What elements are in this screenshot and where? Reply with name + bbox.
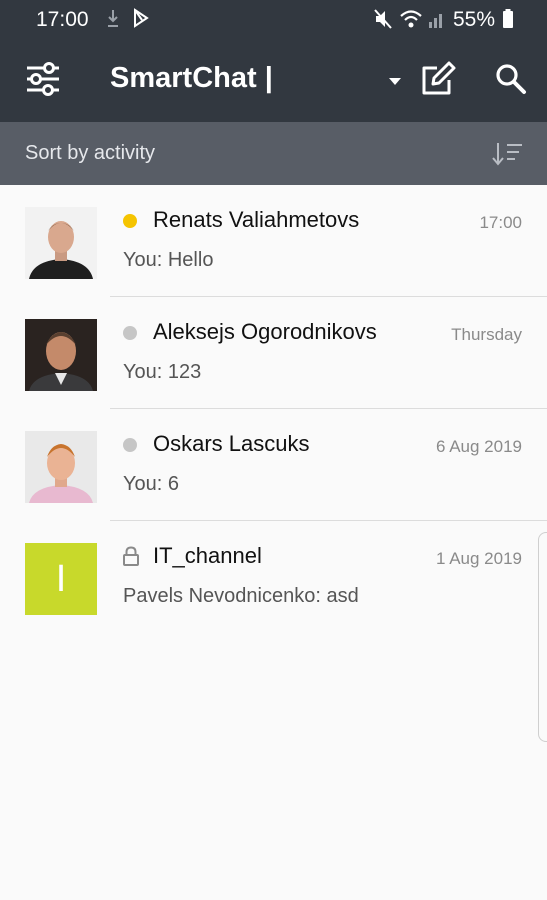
download-icon (106, 8, 120, 35)
search-icon[interactable] (494, 62, 528, 101)
chat-preview: Pavels Nevodnicenko: asd (123, 585, 359, 607)
battery-percent: 55% (453, 8, 496, 31)
chat-date: Thursday (451, 325, 522, 344)
sort-label[interactable]: Sort by activity (25, 142, 155, 165)
app-bar: SmartChat | (0, 40, 547, 122)
chat-preview: You: 6 (123, 473, 179, 495)
sort-icon[interactable] (492, 141, 524, 172)
online-status-dot (123, 214, 137, 228)
play-store-icon (132, 8, 150, 33)
channel-avatar-letter: I (55, 557, 67, 600)
channel-avatar: I (25, 543, 97, 615)
battery-icon (502, 8, 514, 35)
avatar (25, 431, 97, 503)
chat-preview: You: 123 (123, 361, 202, 383)
chat-row[interactable]: Aleksejs Ogorodnikovs Thursday You: 123 (0, 297, 547, 409)
avatar (25, 207, 97, 279)
lock-icon (122, 546, 140, 571)
chat-preview: You: Hello (123, 249, 214, 271)
chat-name: Aleksejs Ogorodnikovs (153, 319, 377, 344)
mute-icon (373, 8, 393, 35)
offline-status-dot (123, 438, 137, 452)
status-time: 17:00 (36, 8, 89, 31)
chat-row[interactable]: Renats Valiahmetovs 17:00 You: Hello (0, 185, 547, 297)
chat-name: Oskars Lascuks (153, 431, 310, 456)
chat-row[interactable]: I IT_channel 1 Aug 2019 Pavels Nevodnice… (0, 521, 547, 633)
chat-date: 17:00 (479, 213, 522, 232)
app-title[interactable]: SmartChat | (110, 62, 273, 95)
chat-date: 6 Aug 2019 (435, 437, 522, 456)
filter-settings-icon[interactable] (24, 60, 62, 103)
compose-icon[interactable] (419, 60, 457, 103)
chat-date: 1 Aug 2019 (435, 549, 522, 568)
scroll-handle[interactable] (538, 532, 547, 742)
avatar (25, 319, 97, 391)
signal-icon (428, 8, 446, 35)
sort-bar[interactable]: Sort by activity (0, 122, 547, 185)
dropdown-caret-icon[interactable] (388, 73, 402, 91)
chat-name: IT_channel (153, 543, 262, 568)
chat-name: Renats Valiahmetovs (153, 207, 360, 232)
status-bar: 17:00 55% (0, 0, 547, 40)
chat-row[interactable]: Oskars Lascuks 6 Aug 2019 You: 6 (0, 409, 547, 521)
offline-status-dot (123, 326, 137, 340)
wifi-icon (399, 8, 423, 35)
